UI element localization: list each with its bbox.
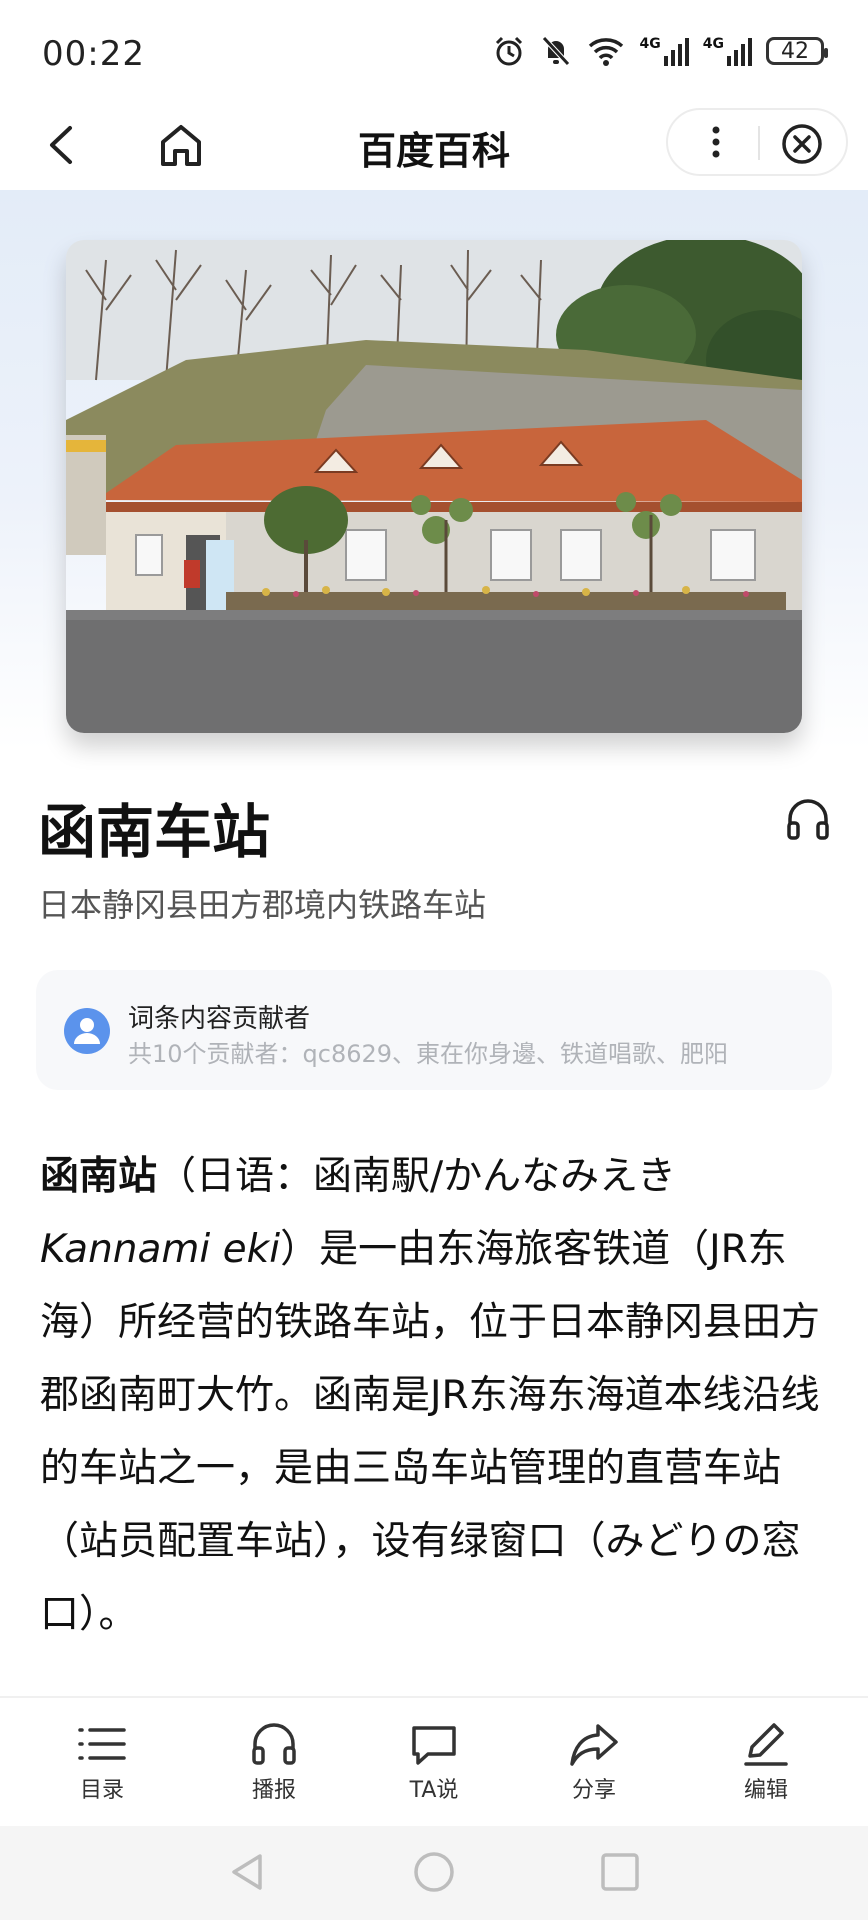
page-title: 函南车站 (38, 798, 271, 866)
contributors-card[interactable]: 词条内容贡献者 共10个贡献者：qc8629、東在你身邊、铁道唱歌、肥阳 (36, 970, 832, 1090)
back-arrow-icon[interactable] (40, 122, 86, 168)
network-type-2: 4G (702, 36, 724, 52)
home-icon[interactable] (156, 120, 206, 170)
wifi-icon (588, 38, 623, 66)
bottom-toolbar: 目录 播报 TA说 分享 编辑 (0, 1696, 868, 1828)
toolbar-edit-button[interactable]: 编辑 (706, 1722, 826, 1804)
toolbar-share-label: 分享 (571, 1778, 616, 1803)
signal-bars-icon (663, 38, 689, 66)
toolbar-share-button[interactable]: 分享 (534, 1722, 654, 1804)
contributors-list: 共10个贡献者：qc8629、東在你身邊、铁道唱歌、肥阳 (128, 1040, 729, 1068)
article-text: ）是一由东海旅客铁道（JR东海）所经营的铁路车站，位于日本静冈县田方郡函南町大竹… (40, 1227, 821, 1637)
article-body: 函南站（日语：函南駅/かんなみえき Kannami eki）是一由东海旅客铁道（… (40, 1140, 840, 1651)
status-time: 00:22 (42, 34, 145, 74)
contributor-avatar-icon (64, 1008, 110, 1054)
signal-group-1: 4G (640, 36, 689, 66)
article-romaji: Kannami eki (40, 1227, 281, 1272)
article-open-paren: （日语：函南駅/かんなみえき (157, 1154, 676, 1199)
mute-bell-icon (541, 36, 570, 66)
toolbar-comment-label: TA说 (409, 1778, 459, 1803)
signal-group-2: 4G (703, 36, 752, 66)
status-icons: 4G 4G 42 (492, 34, 828, 68)
contributors-heading: 词条内容贡献者 (128, 1004, 311, 1034)
toolbar-contents-button[interactable]: 目录 (42, 1722, 162, 1804)
close-circle-icon[interactable] (780, 122, 824, 166)
headphones-icon[interactable] (784, 795, 832, 843)
battery-level: 42 (781, 38, 809, 64)
alarm-icon (495, 36, 522, 66)
status-bar: 00:22 4G 4G 42 (0, 0, 868, 100)
signal-bars-icon (727, 38, 752, 66)
toolbar-comment-button[interactable]: TA说 (374, 1722, 494, 1804)
system-home-icon[interactable] (412, 1850, 456, 1894)
list-icon (78, 1728, 126, 1760)
network-type-1: 4G (639, 36, 661, 52)
toolbar-edit-label: 编辑 (743, 1778, 788, 1803)
edit-icon (744, 1723, 788, 1766)
capsule-divider (758, 126, 760, 160)
toolbar-contents-label: 目录 (79, 1778, 124, 1803)
comment-icon (412, 1726, 456, 1765)
share-icon (570, 1724, 618, 1766)
toolbar-listen-label: 播报 (251, 1778, 296, 1803)
station-photo[interactable] (66, 240, 802, 733)
nav-bar: 百度百科 (0, 100, 868, 190)
article-term: 函南站 (40, 1154, 158, 1199)
title-row: 函南车站 (38, 785, 838, 866)
more-vertical-icon[interactable] (696, 122, 736, 162)
mini-program-capsule (666, 108, 848, 176)
battery-icon: 42 (766, 37, 828, 65)
system-recents-icon[interactable] (598, 1850, 642, 1894)
headphones-icon (252, 1723, 296, 1765)
page-subtitle: 日本静冈县田方郡境内铁路车站 (38, 886, 487, 924)
system-back-icon[interactable] (226, 1850, 270, 1894)
system-nav-bar (0, 1826, 868, 1920)
toolbar-listen-button[interactable]: 播报 (214, 1722, 334, 1804)
